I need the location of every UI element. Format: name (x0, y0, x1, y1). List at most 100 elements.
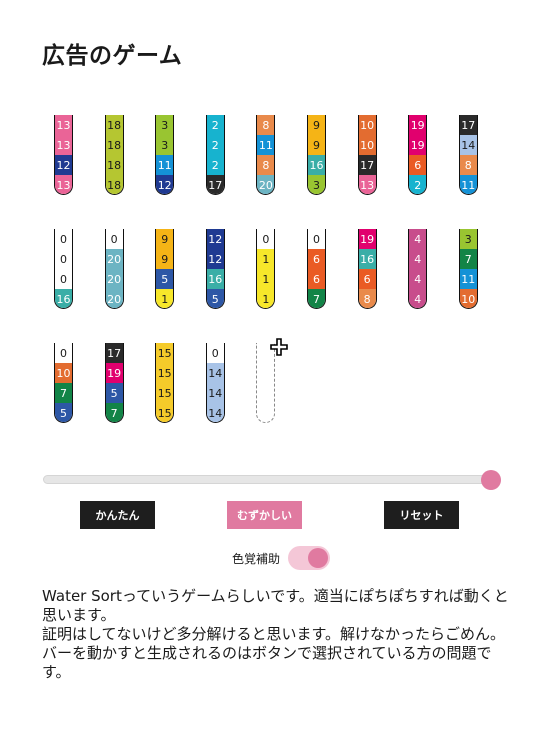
liquid-segment: 4 (409, 249, 427, 269)
liquid-segment: 4 (409, 289, 427, 308)
tube[interactable]: 0667 (307, 229, 326, 309)
liquid-segment: 15 (156, 343, 174, 363)
liquid-segment: 7 (459, 249, 477, 269)
liquid-segment: 3 (308, 175, 325, 194)
description-line: 証明はしてないけど多分解けると思います。解けなかったらごめん。 (42, 625, 506, 643)
liquid-segment: 3 (459, 229, 477, 249)
slider-track (43, 475, 491, 484)
liquid-segment: 1 (257, 249, 275, 269)
liquid-segment: 18 (105, 115, 123, 135)
liquid-segment: 11 (459, 175, 477, 194)
easy-button[interactable]: かんたん (80, 501, 155, 529)
tube[interactable]: 17 19 5 7 (104, 343, 124, 423)
liquid-segment: 8 (358, 289, 376, 308)
slider-thumb[interactable] (481, 470, 501, 490)
liquid-segment: 2 (206, 135, 224, 155)
liquid-segment: 9 (308, 115, 325, 135)
liquid-segment: 19 (358, 229, 376, 249)
liquid-segment: 10 (358, 115, 376, 135)
liquid-segment: 7 (105, 403, 123, 422)
liquid-segment: 6 (358, 269, 376, 289)
liquid-segment: 10 (55, 363, 72, 383)
reset-button[interactable]: リセット (384, 501, 459, 529)
liquid-segment: 14 (459, 135, 477, 155)
toggle-knob (308, 548, 329, 568)
description-line: Water Sortっていうゲームらしいです。適当にぽちぽちすれば動くと思います… (42, 587, 509, 624)
liquid-segment: 19 (409, 115, 427, 135)
liquid-segment: 11 (459, 269, 477, 289)
tube[interactable]: 3 3 11 12 (155, 115, 175, 195)
liquid-segment: 13 (55, 175, 72, 194)
liquid-segment: 4 (409, 229, 427, 249)
move-cursor-icon (270, 338, 288, 356)
liquid-segment: 15 (156, 403, 174, 422)
tube[interactable]: 13 13 12 13 (54, 115, 73, 195)
tube[interactable]: 9951 (155, 229, 175, 309)
tube[interactable]: 9 9 16 3 (307, 115, 326, 195)
liquid-segment: 7 (55, 383, 72, 403)
liquid-segment: 6 (308, 249, 325, 269)
tube[interactable]: 2 2 2 17 (205, 115, 225, 195)
liquid-segment: 12 (55, 155, 72, 175)
tube[interactable]: 19 16 6 8 (357, 229, 377, 309)
tube[interactable]: 17 14 8 11 (458, 115, 478, 195)
liquid-segment: 6 (409, 155, 427, 175)
liquid-segment: 20 (105, 249, 123, 269)
liquid-segment: 12 (206, 229, 224, 249)
liquid-segment: 17 (206, 175, 224, 194)
tube[interactable]: 15 15 15 15 (155, 343, 175, 423)
tube[interactable]: 0 10 7 5 (54, 343, 73, 423)
liquid-segment: 10 (358, 135, 376, 155)
tube[interactable]: 19 19 6 2 (408, 115, 428, 195)
liquid-segment: 8 (257, 115, 275, 135)
liquid-segment: 15 (156, 383, 174, 403)
liquid-segment: 12 (156, 175, 174, 194)
liquid-segment: 20 (105, 269, 123, 289)
liquid-segment: 10 (459, 289, 477, 308)
liquid-segment: 11 (257, 135, 275, 155)
liquid-segment: 9 (156, 249, 174, 269)
liquid-segment: 5 (206, 289, 224, 308)
liquid-segment: 0 (308, 229, 325, 249)
liquid-segment: 3 (156, 135, 174, 155)
tube[interactable]: 0 20 20 20 (104, 229, 124, 309)
liquid-segment: 14 (206, 363, 224, 383)
liquid-segment: 7 (308, 289, 325, 308)
tube[interactable]: 3 7 11 10 (458, 229, 478, 309)
difficulty-slider[interactable] (43, 470, 501, 490)
tube[interactable]: 10 10 17 13 (357, 115, 377, 195)
tube[interactable]: 8 11 8 20 (256, 115, 276, 195)
color-assist-toggle[interactable] (288, 546, 331, 570)
liquid-segment: 2 (409, 175, 427, 194)
liquid-segment: 5 (55, 403, 72, 422)
liquid-segment: 14 (206, 383, 224, 403)
liquid-segment: 2 (206, 155, 224, 175)
tube[interactable]: 0111 (256, 229, 276, 309)
color-assist-row: 色覚補助 (232, 546, 331, 570)
liquid-segment: 18 (105, 175, 123, 194)
liquid-segment: 1 (257, 269, 275, 289)
liquid-segment: 13 (55, 115, 72, 135)
liquid-segment: 0 (206, 343, 224, 363)
tube[interactable]: 4444 (408, 229, 428, 309)
liquid-segment: 0 (55, 249, 72, 269)
tube[interactable]: 18 18 18 18 (104, 115, 124, 195)
liquid-segment: 17 (358, 155, 376, 175)
liquid-segment: 5 (105, 383, 123, 403)
tube[interactable]: 0 0 0 16 (54, 229, 73, 309)
liquid-segment: 19 (105, 363, 123, 383)
hard-button[interactable]: むずかしい (227, 501, 302, 529)
liquid-segment: 11 (156, 155, 174, 175)
color-assist-label: 色覚補助 (232, 551, 281, 566)
liquid-segment: 20 (105, 289, 123, 308)
liquid-segment: 18 (105, 155, 123, 175)
liquid-segment: 1 (257, 289, 275, 308)
liquid-segment: 13 (55, 135, 72, 155)
tube[interactable]: 0 14 14 14 (205, 343, 225, 423)
liquid-segment: 20 (257, 175, 275, 194)
description: Water Sortっていうゲームらしいです。適当にぽちぽちすれば動くと思います… (42, 587, 512, 682)
liquid-segment: 15 (156, 363, 174, 383)
liquid-segment: 17 (459, 115, 477, 135)
tube[interactable]: 12 12 16 5 (205, 229, 225, 309)
liquid-segment: 0 (55, 229, 72, 249)
